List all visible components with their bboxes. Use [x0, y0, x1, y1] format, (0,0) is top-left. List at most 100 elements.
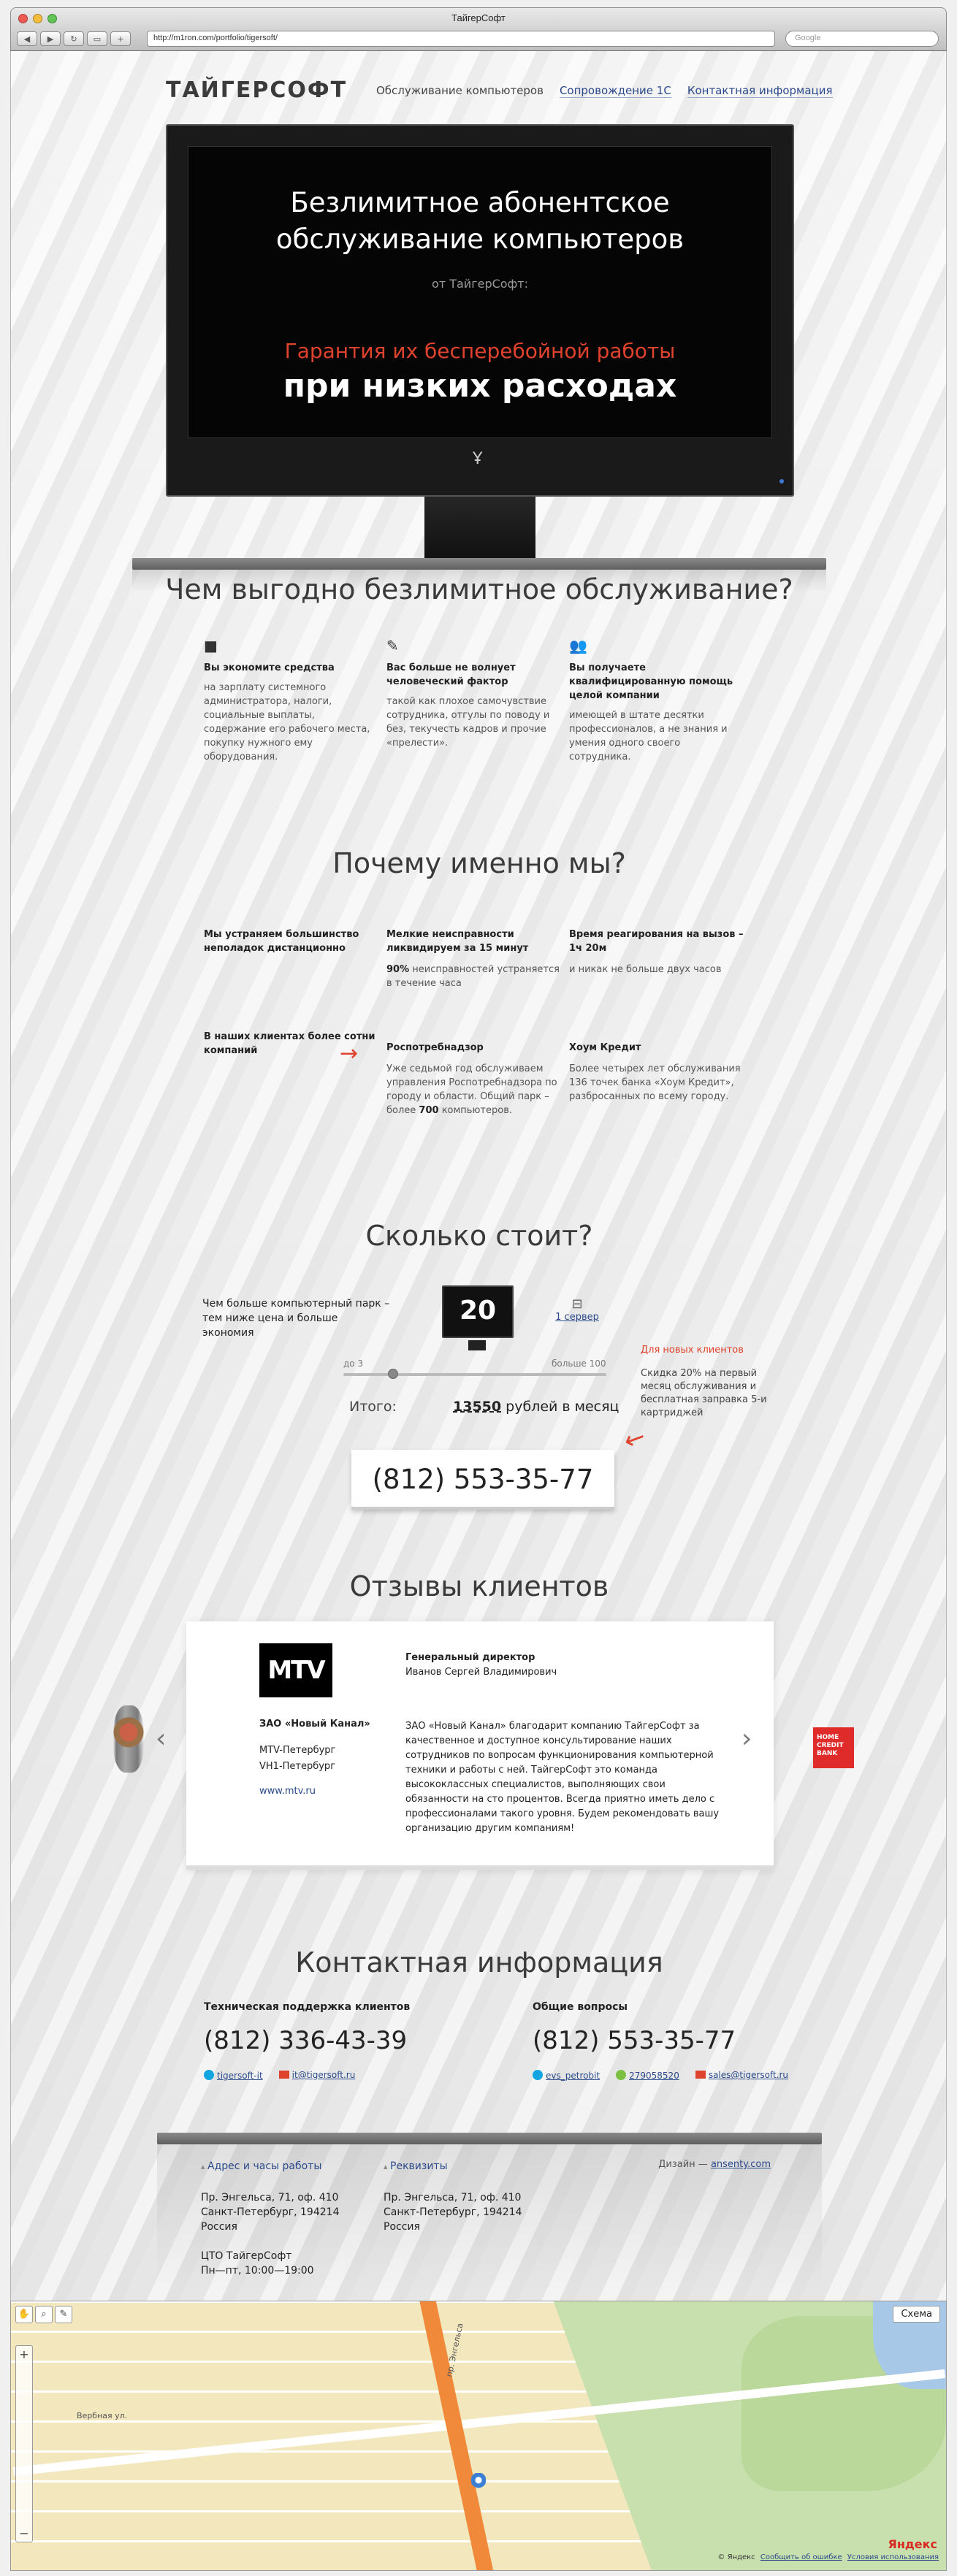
add-tab-button[interactable]: +	[110, 31, 131, 46]
map-report-link[interactable]: Сообщить об ошибке	[760, 2553, 842, 2561]
computer-count[interactable]: 20	[442, 1285, 514, 1338]
client-site-link[interactable]: www.mtv.ru	[259, 1786, 316, 1797]
why-title: Хоум Кредит	[569, 1042, 641, 1053]
nav-contacts[interactable]: Контактная информация	[687, 84, 833, 98]
benefit-title: Вы получаете квалифицированную помощь це…	[569, 662, 733, 701]
address-line: Пр. Энгельса, 71, оф. 410	[201, 2192, 339, 2204]
hero-title: Безлимитное абонентское обслуживание ком…	[188, 185, 771, 258]
requisites-line: Пр. Энгельса, 71, оф. 410	[384, 2192, 522, 2204]
shelf	[132, 558, 826, 570]
why-title: Мелкие неисправности ликвидируем за 15 м…	[386, 929, 529, 954]
map-type-select[interactable]: Схема	[893, 2306, 940, 2323]
general-phone[interactable]: (812) 553-35-77	[533, 2026, 825, 2055]
ruler-icon[interactable]: ✎	[55, 2306, 72, 2323]
email-link[interactable]: sales@tigersoft.ru	[695, 2070, 788, 2081]
screen-button[interactable]: ▭	[87, 31, 107, 46]
slider-knob[interactable]	[388, 1369, 399, 1379]
map-footer: © Яндекс Сообщить об ошибке Условия испо…	[717, 2553, 939, 2561]
skype-link[interactable]: tigersoft-it	[204, 2070, 263, 2081]
benefit-item: ■ Вы экономите средства на зарплату сист…	[204, 638, 379, 764]
support-label: Техническая поддержка клиентов	[204, 2001, 411, 2013]
map-copyright: © Яндекс	[717, 2553, 755, 2561]
yandex-logo: Яндекс	[888, 2537, 938, 2551]
nav-1c-support[interactable]: Сопровождение 1С	[559, 84, 671, 98]
why-title: Время реагирования на вызов – 1ч 20м	[569, 929, 744, 954]
back-button[interactable]: ◀	[17, 31, 37, 46]
icq-number[interactable]: 279058520	[629, 2071, 679, 2081]
window-title: ТайгерСофт	[451, 12, 506, 23]
skype-handle[interactable]: evs_petrobit	[546, 2071, 600, 2081]
reviews-title: Отзывы клиентов	[349, 1570, 609, 1602]
curved-arrow-icon: ↙	[619, 1421, 651, 1457]
computer-slider[interactable]	[343, 1369, 606, 1379]
address-line: Санкт-Петербург, 194214	[201, 2206, 340, 2218]
why-text: Более четырех лет обслуживания 136 точек…	[569, 1063, 741, 1102]
map-terms-link[interactable]: Условия использования	[847, 2553, 939, 2561]
skype-handle[interactable]: tigersoft-it	[217, 2071, 263, 2081]
arrow-right-icon: →	[340, 1041, 359, 1066]
why-item: Роспотребнадзор Уже седьмой год обслужив…	[386, 1041, 562, 1117]
hand-icon[interactable]: ✋	[15, 2306, 33, 2323]
review-card: MTV ЗАО «Новый Канал» MTV-Петербург VH1-…	[186, 1621, 774, 1870]
server-toggle[interactable]: ⊟ 1 сервер	[552, 1296, 603, 1323]
email-address[interactable]: sales@tigersoft.ru	[709, 2070, 788, 2080]
why-text-part: компьютеров.	[438, 1105, 512, 1116]
rospotrebnadzor-logo[interactable]	[113, 1705, 144, 1773]
requisites-toggle[interactable]: Реквизиты	[384, 2159, 522, 2174]
skype-link[interactable]: evs_petrobit	[533, 2070, 600, 2081]
why-us-title: Почему именно мы?	[332, 847, 626, 879]
pricing-title: Сколько стоит?	[365, 1220, 593, 1252]
slider-max-label: больше 100	[552, 1358, 606, 1369]
page: ТАЙГЕРСОФТ Обслуживание компьютеров Сопр…	[10, 51, 947, 2301]
site-logo[interactable]: ТАЙГЕРСОФТ	[166, 77, 347, 103]
why-text: и никак не больше двух часов	[569, 964, 722, 975]
design-label: Дизайн —	[658, 2159, 711, 2170]
review-client-info: ЗАО «Новый Канал» MTV-Петербург VH1-Пете…	[259, 1716, 391, 1800]
nav-computer-service[interactable]: Обслуживание компьютеров	[376, 84, 544, 98]
magnifier-icon[interactable]: ⌕	[35, 2306, 53, 2323]
reload-button[interactable]: ↻	[64, 31, 84, 46]
design-link[interactable]: ansenty.com	[711, 2159, 771, 2170]
support-phone[interactable]: (812) 336-43-39	[204, 2026, 496, 2055]
location-pin-icon[interactable]	[471, 2473, 486, 2493]
forward-button[interactable]: ▶	[40, 31, 61, 46]
zoom-out-button[interactable]: −	[16, 2526, 32, 2540]
monitor-stand	[424, 497, 535, 558]
yandex-map[interactable]: Вербная ул. пр. Энгельса ✋ ⌕ ✎ + − Схема…	[10, 2301, 947, 2571]
zoom-in-button[interactable]: +	[16, 2347, 32, 2361]
general-label: Общие вопросы	[533, 2001, 628, 2013]
map-tools: ✋ ⌕ ✎	[15, 2306, 72, 2323]
skype-icon	[533, 2070, 543, 2080]
carousel-next-button[interactable]: ›	[741, 1724, 752, 1754]
people-icon: 👥	[569, 637, 587, 654]
general-contacts: Общие вопросы (812) 553-35-77 evs_petrob…	[533, 2001, 825, 2081]
monitor-brand-icon: Ұ	[473, 450, 483, 468]
review-body: Генеральный директор Иванов Сергей Влади…	[405, 1651, 720, 1836]
benefit-title: Вас больше не волнует человеческий факто…	[386, 662, 516, 687]
zoom-control[interactable]: + −	[15, 2345, 33, 2542]
office-hours: Пн—пт, 10:00—19:00	[201, 2265, 314, 2277]
address-toggle[interactable]: Адрес и часы работы	[201, 2159, 339, 2174]
address-bar[interactable]: http://m1ron.com/portfolio/tigersoft/	[147, 31, 775, 47]
office-name: ЦТО ТайгерСофт	[201, 2250, 292, 2262]
why-item: Мелкие неисправности ликвидируем за 15 м…	[386, 928, 562, 990]
email-address[interactable]: it@tigersoft.ru	[292, 2070, 356, 2080]
pricing-phone[interactable]: (812) 553-35-77	[351, 1450, 614, 1510]
carousel-prev-button[interactable]: ‹	[156, 1724, 166, 1754]
client-brand: VH1-Петербург	[259, 1761, 336, 1772]
benefit-text: такой как плохое самочувствие сотрудника…	[386, 696, 550, 749]
home-credit-logo[interactable]: HOME CREDIT BANK	[813, 1727, 854, 1768]
client-company: ЗАО «Новый Канал»	[259, 1719, 370, 1730]
reviewer-position: Генеральный директор	[405, 1652, 535, 1663]
footer-requisites: Реквизиты Пр. Энгельса, 71, оф. 410 Санк…	[384, 2159, 522, 2234]
skype-icon	[204, 2070, 214, 2080]
server-label: 1 сервер	[555, 1312, 599, 1323]
search-field[interactable]: Google	[785, 31, 939, 47]
design-credit: Дизайн — ansenty.com	[658, 2159, 771, 2170]
hero-title-line2: обслуживание компьютеров	[275, 223, 685, 255]
total-suffix: рублей в месяц	[501, 1399, 619, 1415]
icq-link[interactable]: 279058520	[616, 2070, 679, 2081]
address-line: Россия	[201, 2221, 237, 2233]
email-link[interactable]: it@tigersoft.ru	[278, 2070, 356, 2081]
browser-nav: ◀ ▶ ↻ ▭ +	[17, 31, 131, 46]
